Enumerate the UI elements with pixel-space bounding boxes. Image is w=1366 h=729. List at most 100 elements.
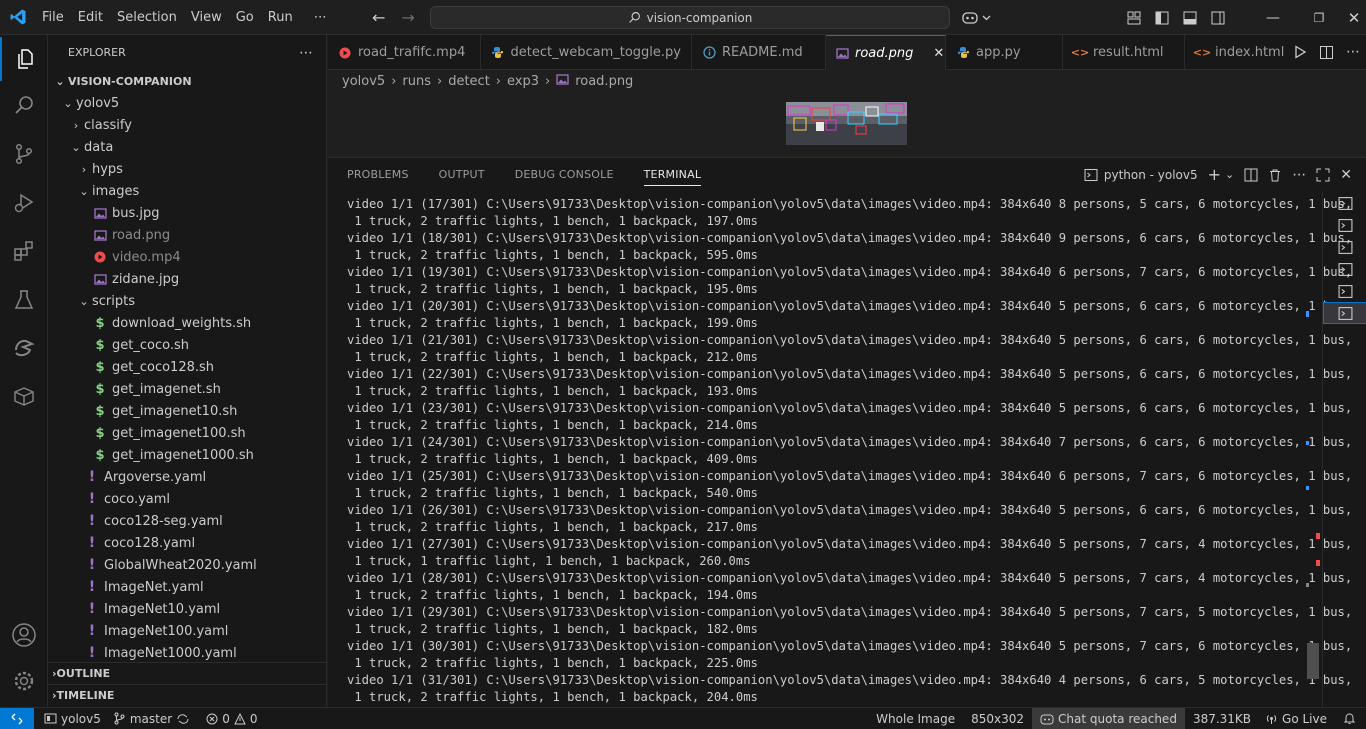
tree-item-get-coco-sh[interactable]: $ get_coco.sh [48,334,326,356]
close-icon[interactable]: ✕ [1342,9,1366,27]
run-debug-icon[interactable] [0,181,48,225]
tree-item-hyps[interactable]: › hyps [48,158,326,180]
tree-item-video-mp4[interactable]: video.mp4 [48,246,326,268]
tree-item-scripts[interactable]: ⌄ scripts [48,290,326,312]
tab-road-png[interactable]: road.png ✕ [826,35,946,70]
menu-selection[interactable]: Selection [110,0,184,35]
tree-item-coco128-seg-yaml[interactable]: ! coco128-seg.yaml [48,510,326,532]
accounts-icon[interactable] [0,613,48,657]
tree-item-imagenet1000-yaml[interactable]: ! ImageNet1000.yaml [48,642,326,664]
status-go-live[interactable]: Go Live [1259,708,1333,729]
split-editor-icon[interactable] [1319,45,1334,60]
tab-readme-md[interactable]: README.md [692,35,826,70]
tree-item-imagenet-yaml[interactable]: ! ImageNet.yaml [48,576,326,598]
tab-debug-console[interactable]: DEBUG CONSOLE [496,158,625,191]
menu-edit[interactable]: Edit [71,0,110,35]
testing-flask-icon[interactable] [0,278,48,322]
breadcrumb-item[interactable]: runs [402,74,431,89]
terminal-tab[interactable] [1323,258,1366,280]
command-center-search[interactable]: vision-companion [430,6,950,29]
tree-item-get-imagenet1000-sh[interactable]: $ get_imagenet1000.sh [48,444,326,466]
tree-item-data[interactable]: ⌄ data [48,136,326,158]
tab-result-html[interactable]: <> result.html [1063,35,1185,70]
source-control-icon[interactable] [0,132,48,176]
tree-item-get-imagenet100-sh[interactable]: $ get_imagenet100.sh [48,422,326,444]
terminal-tab[interactable] [1323,280,1366,302]
toggle-secondary-sidebar-icon[interactable] [1210,10,1226,26]
breadcrumb-item[interactable]: yolov5 [342,74,385,89]
customize-layout-icon[interactable] [1126,10,1142,26]
status-chat-quota[interactable]: Chat quota reached [1032,707,1185,729]
menu-more[interactable]: ⋯ [300,0,334,35]
status-folder[interactable]: yolov5 [34,708,107,729]
minimize-icon[interactable]: — [1250,10,1296,26]
split-terminal-icon[interactable] [1244,168,1258,182]
back-arrow-icon[interactable]: ← [372,8,385,27]
breadcrumb-item[interactable]: road.png [575,74,633,89]
tree-item-globalwheat2020-yaml[interactable]: ! GlobalWheat2020.yaml [48,554,326,576]
tree-item-coco-yaml[interactable]: ! coco.yaml [48,488,326,510]
tab-index-html[interactable]: <> index.html [1185,35,1289,70]
tab-road-trafifc-mp4[interactable]: road_trafifc.mp4 [328,35,481,70]
workspace-root[interactable]: ⌄ VISION-COMPANION [48,70,326,92]
tree-item-zidane-jpg[interactable]: zidane.jpg [48,268,326,290]
chevron-down-icon[interactable]: ⌄ [1225,168,1234,181]
search-icon[interactable] [0,83,48,127]
tree-item-download-weights-sh[interactable]: $ download_weights.sh [48,312,326,334]
terminal-instance[interactable]: python - yolov5 [1084,168,1198,182]
explorer-icon[interactable] [0,37,48,81]
tab-output[interactable]: OUTPUT [420,158,496,191]
run-file-icon[interactable] [1293,45,1307,59]
toggle-primary-sidebar-icon[interactable] [1154,10,1170,26]
close-panel-icon[interactable]: ✕ [1340,167,1352,183]
remote-indicator-icon[interactable] [0,707,34,729]
tree-item-coco128-yaml[interactable]: ! coco128.yaml [48,532,326,554]
menu-file[interactable]: File [35,0,71,35]
status-problems[interactable]: 0 0 [196,708,263,729]
tree-item-bus-jpg[interactable]: bus.jpg [48,202,326,224]
tree-item-imagenet100-yaml[interactable]: ! ImageNet100.yaml [48,620,326,642]
outline-section[interactable]: › OUTLINE [48,662,326,684]
tree-item-argoverse-yaml[interactable]: ! Argoverse.yaml [48,466,326,488]
restore-icon[interactable]: ❐ [1296,11,1342,25]
menu-go[interactable]: Go [229,0,261,35]
terminal-tab[interactable] [1323,214,1366,236]
panel-more-icon[interactable]: ⋯ [1292,167,1306,183]
terminal-tab[interactable] [1323,192,1366,214]
editor-more-icon[interactable]: ⋯ [1346,44,1360,60]
sync-icon[interactable] [176,713,190,725]
extensions-icon[interactable] [0,229,48,273]
copilot-icon[interactable] [962,0,992,35]
status-branch[interactable]: master [107,708,196,729]
tree-item-get-imagenet-sh[interactable]: $ get_imagenet.sh [48,378,326,400]
tree-item-yolov5[interactable]: ⌄ yolov5 [48,92,326,114]
road-image-preview[interactable] [786,102,907,145]
tree-item-imagenet10-yaml[interactable]: ! ImageNet10.yaml [48,598,326,620]
remote-explorer-icon[interactable] [0,326,48,370]
notifications-bell-icon[interactable] [1333,708,1366,729]
tab-close-icon[interactable]: ✕ [933,46,944,61]
menu-run[interactable]: Run [261,0,300,35]
explorer-more-icon[interactable]: ⋯ [299,45,314,61]
new-terminal-plus-icon[interactable]: + [1208,165,1221,184]
containers-icon[interactable] [0,374,48,418]
tree-item-images[interactable]: ⌄ images [48,180,326,202]
tree-item-road-png[interactable]: road.png [48,224,326,246]
breadcrumb-item[interactable]: detect [448,74,490,89]
tab-app-py[interactable]: app.py [946,35,1063,70]
tab-detect-webcam-toggle-py[interactable]: detect_webcam_toggle.py [481,35,692,70]
timeline-section[interactable]: › TIMELINE [48,684,326,706]
settings-gear-icon[interactable] [0,659,48,703]
maximize-panel-icon[interactable] [1316,168,1330,182]
toggle-panel-icon[interactable] [1182,10,1198,26]
menu-view[interactable]: View [184,0,229,35]
terminal-tab-active[interactable] [1323,302,1366,324]
forward-arrow-icon[interactable]: → [401,8,414,27]
breadcrumb-item[interactable]: exp3 [507,74,539,89]
tab-terminal[interactable]: TERMINAL [625,158,713,191]
tab-problems[interactable]: PROBLEMS [328,158,420,191]
terminal-output[interactable]: video 1/1 (17/301) C:\Users\91733\Deskto… [347,196,1352,706]
terminal-scrollbar[interactable] [1306,191,1320,708]
status-image-mode[interactable]: Whole Image [870,708,965,729]
tree-item-get-imagenet10-sh[interactable]: $ get_imagenet10.sh [48,400,326,422]
